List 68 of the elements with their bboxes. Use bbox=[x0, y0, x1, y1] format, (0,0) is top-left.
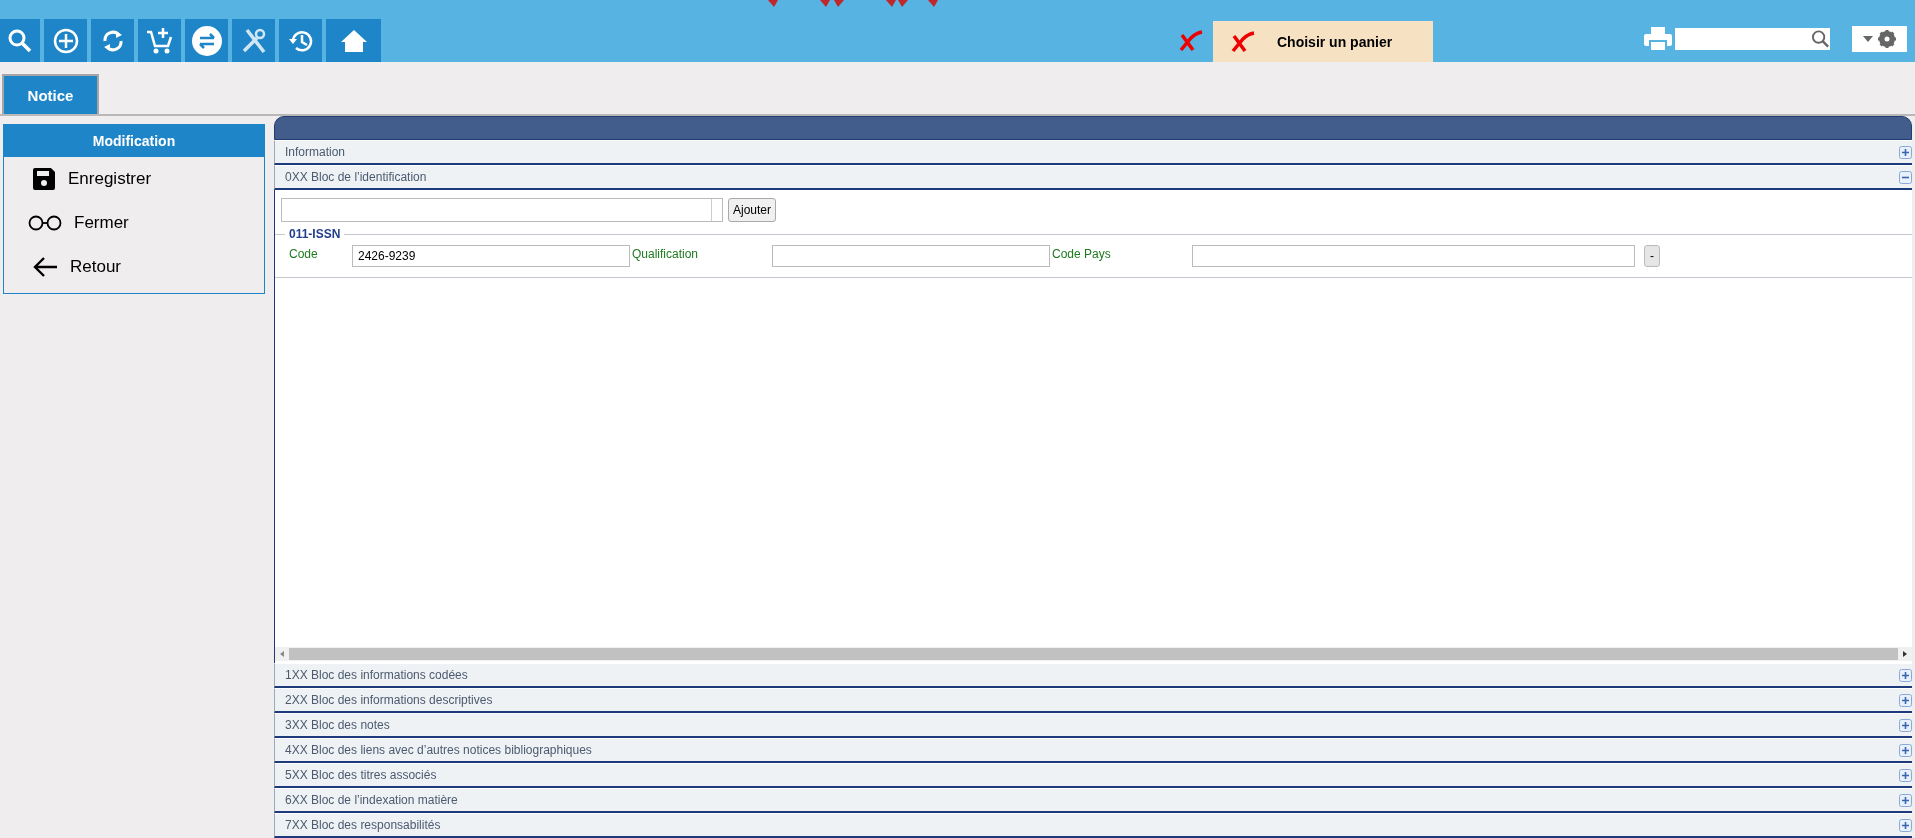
accordion-header[interactable]: 1XX Bloc des informations codées bbox=[274, 663, 1912, 688]
toolbar-button[interactable] bbox=[232, 19, 275, 62]
caret-icon bbox=[1862, 36, 1873, 42]
sidebar-item[interactable]: Retour bbox=[70, 257, 122, 277]
horizontal-scrollbar[interactable] bbox=[275, 647, 1912, 661]
toolbar-button[interactable] bbox=[91, 19, 134, 62]
toolbar-button[interactable] bbox=[185, 19, 228, 62]
section-title: 0XX Bloc de l’identification bbox=[285, 170, 427, 184]
section-title: 7XX Bloc des responsabilités bbox=[285, 818, 441, 832]
toolbar-button[interactable] bbox=[0, 19, 40, 62]
section-title: 4XX Bloc des liens avec d’autres notices bibliographiques bbox=[285, 743, 592, 757]
add-button[interactable]: Ajouter bbox=[728, 198, 777, 222]
accordion-header[interactable]: 4XX Bloc des liens avec d’autres notices bibliographiques bbox=[274, 738, 1912, 763]
plus-icon[interactable] bbox=[1899, 743, 1912, 757]
toolbar-button[interactable] bbox=[326, 19, 381, 62]
plus-icon[interactable] bbox=[1899, 668, 1912, 682]
plus-icon[interactable] bbox=[1899, 818, 1912, 832]
accordion-header[interactable]: 7XX Bloc des responsabilités bbox=[274, 813, 1912, 838]
plus-icon[interactable] bbox=[1899, 718, 1912, 732]
cross-icon bbox=[1231, 30, 1255, 53]
basket-tab[interactable]: Choisir un panier bbox=[1213, 21, 1433, 62]
accordion-header[interactable]: 5XX Bloc des titres associés bbox=[274, 763, 1912, 788]
text-field[interactable] bbox=[1192, 245, 1635, 267]
accordion-header[interactable]: 0XX Bloc de l’identification bbox=[274, 165, 1912, 190]
plus-icon[interactable] bbox=[1899, 693, 1912, 707]
printer-icon[interactable] bbox=[1643, 26, 1673, 52]
plus-icon[interactable] bbox=[1899, 793, 1912, 807]
remove-button[interactable]: - bbox=[1644, 245, 1660, 267]
search-field[interactable] bbox=[1675, 28, 1830, 50]
group-legend: 011-ISSN bbox=[285, 227, 345, 241]
accordion-header[interactable]: 6XX Bloc de l’indexation matière bbox=[274, 788, 1912, 813]
tab[interactable]: Notice bbox=[2, 74, 99, 114]
section-title: 2XX Bloc des informations descriptives bbox=[285, 693, 493, 707]
scroll-right-icon[interactable] bbox=[1901, 650, 1909, 658]
sidebar-item[interactable]: Fermer bbox=[74, 213, 129, 233]
sidebar-title: Modification bbox=[4, 125, 264, 157]
swap-arrows-icon bbox=[191, 25, 222, 56]
text-field[interactable]: 2426-9239 bbox=[352, 245, 630, 267]
section-title: Information bbox=[285, 145, 346, 159]
section-title: 6XX Bloc de l’indexation matière bbox=[285, 793, 458, 807]
section-title: 3XX Bloc des notes bbox=[285, 718, 390, 732]
settings-icon bbox=[1876, 29, 1897, 49]
field-label: Code Pays bbox=[1052, 247, 1112, 261]
sidebar-item[interactable]: Enregistrer bbox=[68, 169, 152, 189]
search-icon[interactable] bbox=[1811, 29, 1830, 49]
toolbar-button[interactable] bbox=[44, 19, 87, 62]
left-arrow-icon bbox=[32, 256, 58, 278]
settings-button[interactable] bbox=[1852, 26, 1907, 52]
glasses-icon bbox=[28, 215, 62, 231]
section-title: 5XX Bloc des titres associés bbox=[285, 768, 437, 782]
field-label: Code bbox=[289, 247, 319, 261]
toolbar-button[interactable] bbox=[138, 19, 181, 62]
section-title: 1XX Bloc des informations codées bbox=[285, 668, 468, 682]
plus-icon[interactable] bbox=[1899, 145, 1912, 159]
accordion-header[interactable]: Information bbox=[274, 140, 1912, 165]
text-field[interactable] bbox=[772, 245, 1050, 267]
accordion-header[interactable]: 2XX Bloc des informations descriptives bbox=[274, 688, 1912, 713]
cross-icon bbox=[1179, 30, 1203, 52]
accordion-header[interactable]: 3XX Bloc des notes bbox=[274, 713, 1912, 738]
minus-icon[interactable] bbox=[1899, 170, 1912, 184]
toolbar-button[interactable] bbox=[279, 19, 322, 62]
basket-label: Choisir un panier bbox=[1277, 33, 1393, 50]
cart-plus-icon bbox=[144, 25, 175, 56]
field-label: Qualification bbox=[632, 247, 700, 261]
scrollbar-thumb[interactable] bbox=[289, 648, 1898, 660]
plus-icon[interactable] bbox=[1899, 768, 1912, 782]
scroll-left-icon[interactable] bbox=[278, 650, 286, 658]
field-dropdown[interactable] bbox=[281, 198, 723, 222]
